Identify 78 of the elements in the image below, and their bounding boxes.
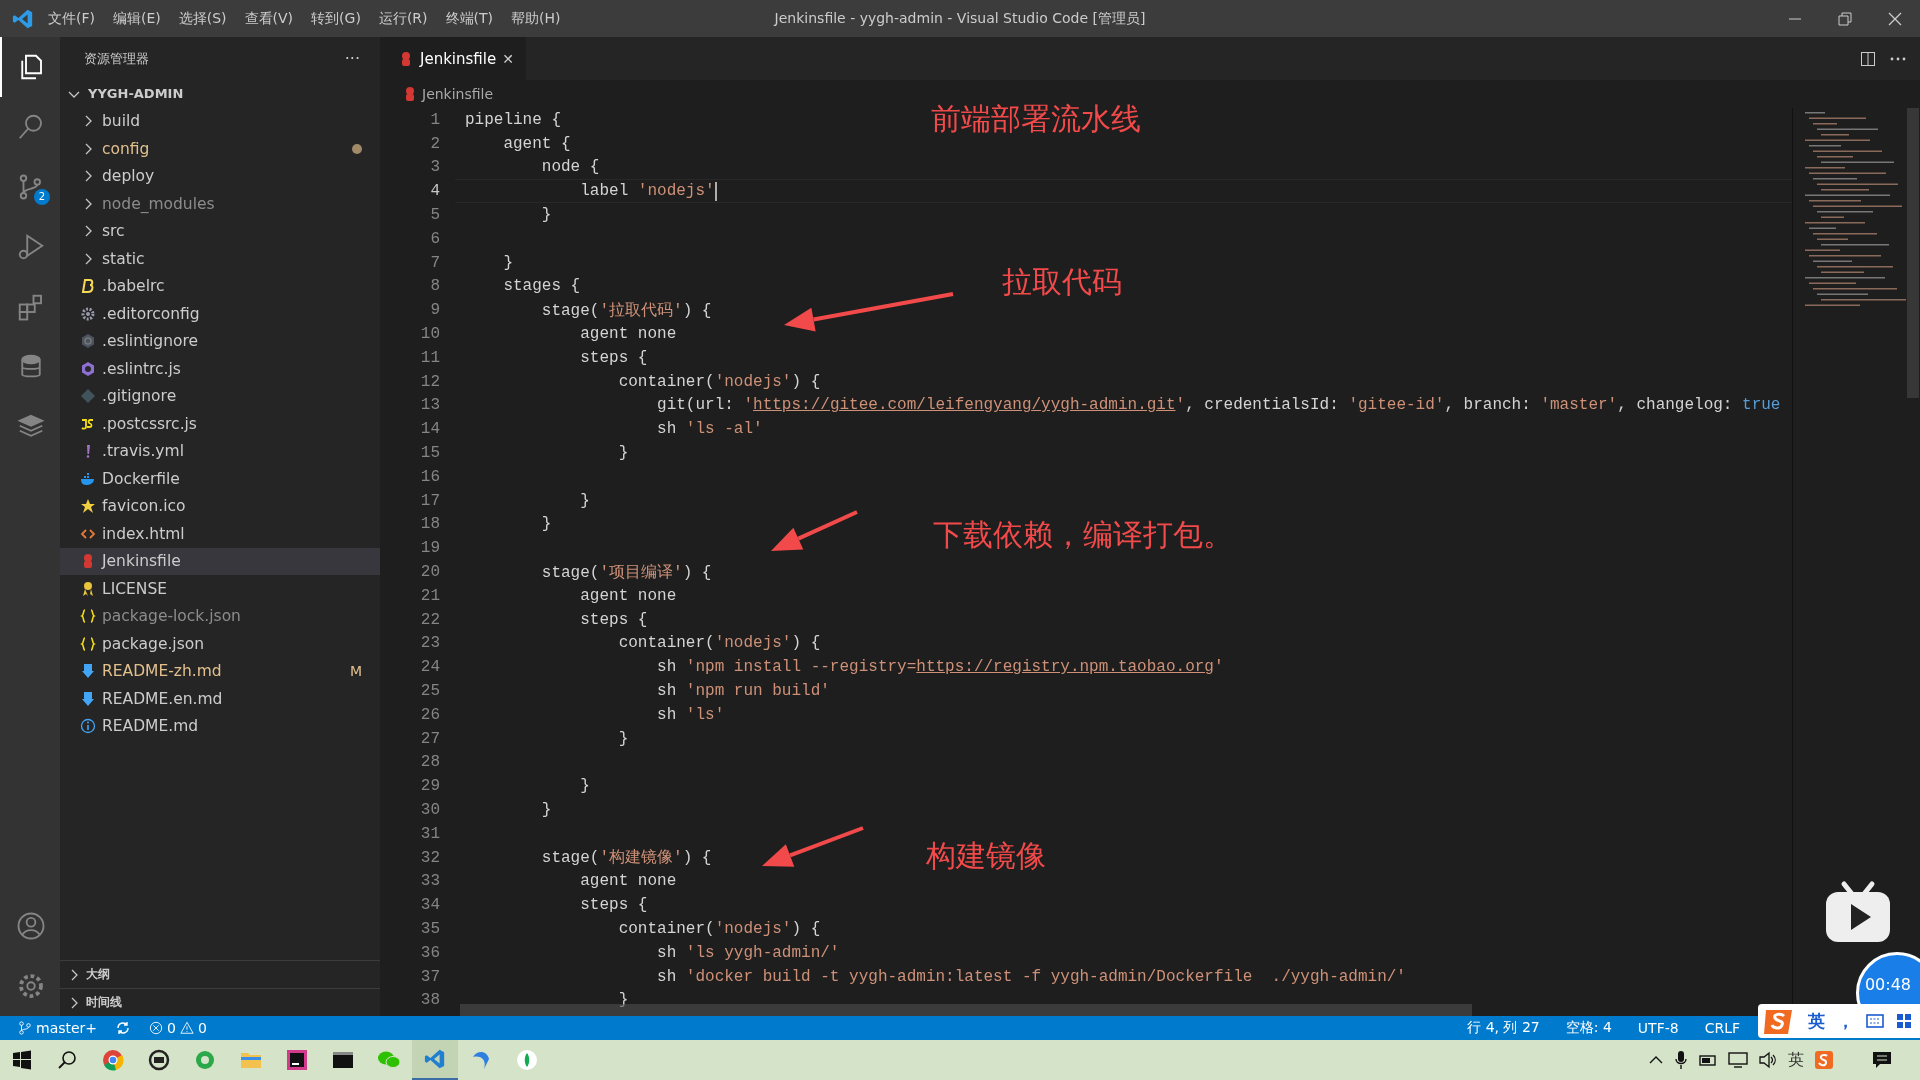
code-line: container('nodejs') {	[617, 920, 821, 938]
line-number: 15	[419, 444, 440, 463]
line-number: 31	[419, 824, 440, 843]
code-line: label 'nodejs'	[579, 182, 715, 201]
count-badge: 2	[34, 189, 50, 205]
line-number: 4	[429, 182, 440, 201]
line-number: 13	[419, 396, 440, 415]
annotation-text: 拉取代码	[1002, 263, 1122, 301]
code-line: sh 'ls'	[656, 705, 725, 724]
line-number: 24	[419, 658, 440, 677]
line-number: 37	[419, 967, 440, 986]
code-line: sh 'docker build -t yygh-admin:latest -f yygh-admin/Dockerfile ./yygh-admin/'	[656, 967, 1406, 986]
line-number: 34	[419, 896, 440, 915]
line-number: 22	[419, 610, 440, 629]
line-number: 17	[419, 491, 440, 510]
code-line: sh 'npm install --registry=https://registry.npm.taobao.org'	[656, 658, 1224, 677]
code-line: node {	[540, 158, 600, 177]
code-line: stage('项目编译') {	[540, 562, 712, 583]
line-number: 16	[419, 467, 440, 486]
line-number: 9	[429, 301, 440, 320]
line-number: 26	[419, 705, 440, 724]
code-line: agent none	[579, 325, 677, 344]
code-line: }	[502, 253, 513, 272]
code-line: }	[579, 777, 590, 796]
explorer-title: 资源管理器	[84, 49, 149, 68]
line-number: 7	[429, 253, 440, 272]
line-number: 14	[419, 420, 440, 439]
code-line: }	[540, 206, 552, 225]
code-line: steps {	[579, 896, 648, 915]
line-number: 11	[419, 348, 440, 367]
line-number: 3	[429, 158, 440, 177]
code-line: }	[540, 801, 552, 819]
line-number: 33	[419, 872, 440, 891]
code-line: git(url: 'https://gitee.com/leifengyang/yygh-admin.git', credentialsId: 'gitee-id', branch: 'master', changelog: true	[656, 396, 1781, 415]
code-line: agent {	[502, 134, 571, 153]
code-line: container('nodejs') {	[617, 634, 821, 653]
line-number: 19	[419, 539, 440, 558]
code-line: steps {	[579, 610, 648, 629]
line-number: 20	[419, 563, 440, 582]
code-line: stage('构建镜像') {	[540, 848, 712, 869]
code-line: agent none	[579, 586, 677, 605]
code-line: sh 'npm run build'	[656, 682, 830, 700]
line-number: 6	[429, 229, 440, 248]
line-number: 35	[419, 920, 440, 938]
code-line: sh 'ls -al'	[656, 420, 763, 439]
code-line: container('nodejs') {	[617, 372, 821, 391]
code-line: agent none	[579, 872, 677, 891]
code-line: sh 'ls yygh-admin/'	[656, 943, 840, 962]
line-number: 38	[419, 991, 440, 1010]
code-line: stage('拉取代码') {	[540, 300, 712, 321]
line-number: 12	[419, 372, 440, 391]
line-number: 25	[419, 682, 440, 700]
line-number: 1	[429, 110, 440, 129]
code-line: pipeline {	[465, 110, 561, 129]
line-number: 8	[429, 277, 440, 296]
code-line: steps {	[579, 348, 648, 367]
code-line: }	[579, 491, 590, 510]
line-number: 36	[419, 943, 440, 962]
line-number: 30	[419, 801, 440, 819]
line-number: 28	[419, 753, 440, 772]
line-number: 23	[419, 634, 440, 653]
code-line: stages {	[502, 277, 581, 296]
line-number: 21	[419, 586, 440, 605]
annotation-text: 下载依赖，编译打包。	[933, 516, 1233, 554]
line-number: 5	[429, 206, 440, 225]
code-line: }	[617, 729, 629, 748]
line-number: 32	[419, 848, 440, 867]
window-title: Jenkinsfile - yygh-admin - Visual Studio Code [管理员]	[774, 9, 1146, 26]
code-line: }	[617, 991, 629, 1010]
line-number: 27	[419, 729, 440, 748]
line-number: 18	[419, 515, 440, 534]
annotation-text: 前端部署流水线	[931, 100, 1141, 138]
annotation-text: 构建镜像	[926, 837, 1046, 875]
code-line: }	[617, 444, 629, 463]
line-number: 10	[419, 325, 440, 344]
line-number: 29	[419, 777, 440, 796]
line-number: 2	[429, 134, 440, 153]
code-line: }	[540, 515, 552, 534]
